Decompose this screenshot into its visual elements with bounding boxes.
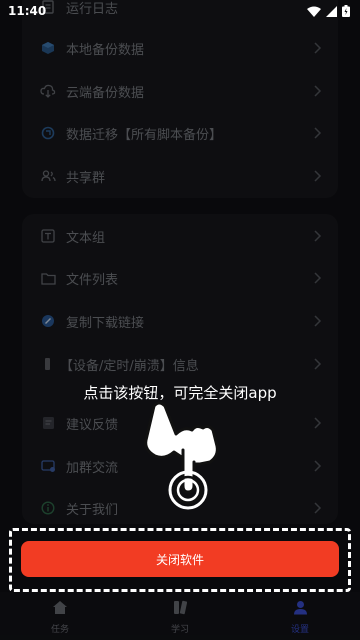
pointing-hand-icon bbox=[140, 400, 222, 514]
status-time: 11:40 bbox=[8, 4, 47, 18]
status-bar: 11:40 bbox=[0, 0, 360, 22]
battery-icon bbox=[342, 5, 350, 17]
wifi-icon bbox=[307, 6, 321, 17]
close-app-button[interactable]: 关闭软件 bbox=[21, 541, 339, 577]
signal-icon bbox=[326, 5, 337, 17]
status-icons bbox=[307, 5, 350, 17]
